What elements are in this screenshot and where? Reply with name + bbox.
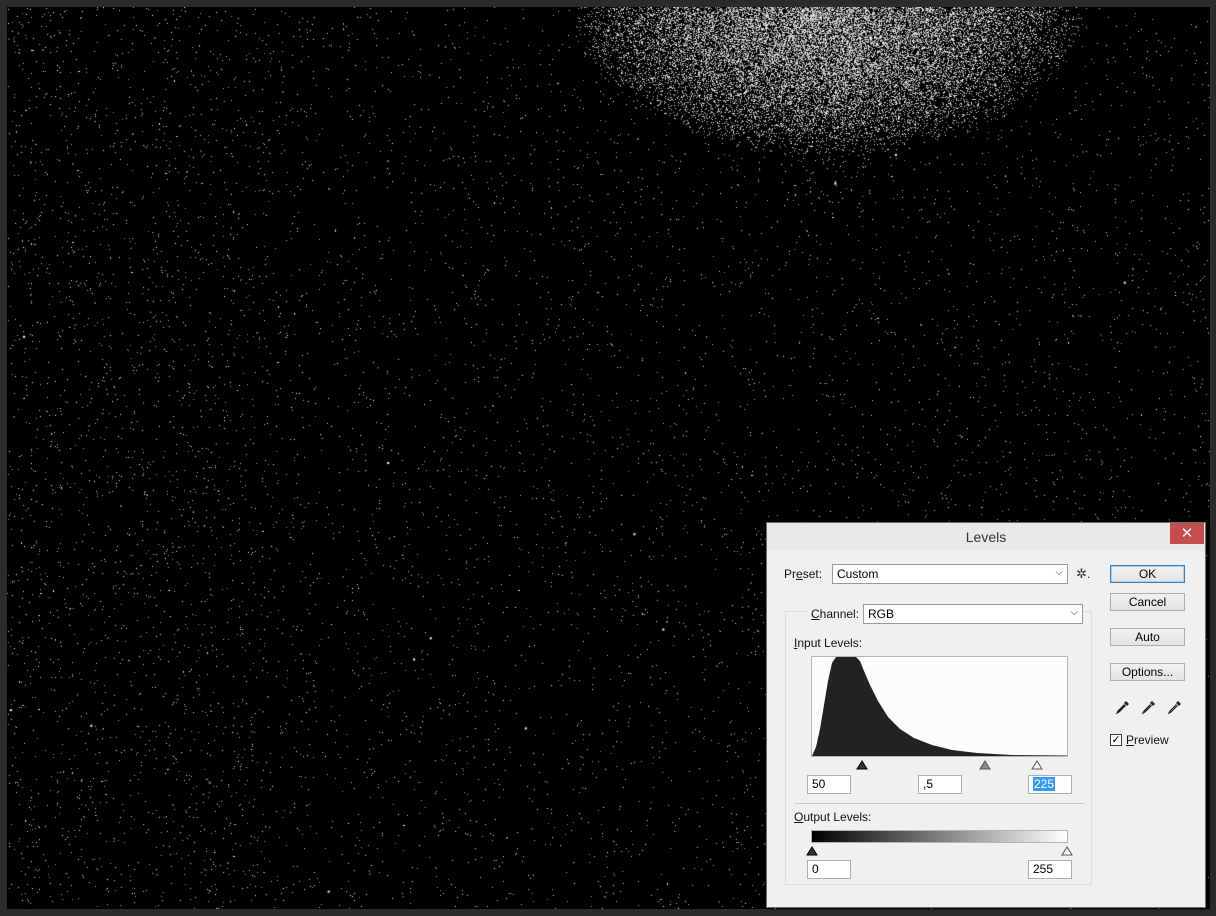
gray-eyedropper-icon[interactable] [1141,699,1157,715]
input-gamma-field[interactable]: ,5 [918,775,962,794]
output-white-slider[interactable] [1061,843,1073,856]
preview-checkbox[interactable]: ✓ [1110,734,1122,746]
histogram [811,656,1068,757]
output-gradient [811,830,1068,843]
dialog-title: Levels [965,529,1007,545]
divider [795,803,1084,804]
input-gray-slider[interactable] [979,757,991,770]
close-button[interactable]: ✕ [1170,523,1204,544]
cancel-button[interactable]: Cancel [1110,593,1185,611]
input-black-slider[interactable] [856,757,868,770]
gear-icon[interactable]: ✲. [1076,566,1091,582]
output-black-field[interactable]: 0 [807,860,851,879]
preview-label[interactable]: Preview [1126,733,1169,747]
histogram-graph [812,657,1067,756]
preset-value: Custom [837,567,879,581]
chevron-down-icon: ⌵ [1070,607,1078,618]
dialog-titlebar[interactable]: Levels ✕ [767,523,1205,551]
input-white-field[interactable]: 225 [1028,775,1072,794]
input-black-field[interactable]: 50 [807,775,851,794]
input-white-slider[interactable] [1031,757,1043,770]
levels-dialog: Levels ✕ Preset: Custom ⌵ ✲. Channel: RG… [766,522,1206,908]
options-button[interactable]: Options... [1110,663,1185,681]
preset-select[interactable]: Custom ⌵ [832,564,1068,584]
channel-label: Channel: [807,607,864,621]
output-black-slider[interactable] [806,843,818,856]
channel-value: RGB [868,607,895,621]
channel-select[interactable]: RGB ⌵ [863,604,1083,624]
auto-button[interactable]: Auto [1110,628,1185,646]
input-white-value: 225 [1033,777,1056,791]
output-levels-label: Output Levels: [794,810,872,824]
black-eyedropper-icon[interactable] [1115,699,1131,715]
preset-label: Preset: [784,567,823,581]
input-levels-label: Input Levels: [794,636,863,650]
white-eyedropper-icon[interactable] [1167,699,1183,715]
ok-button[interactable]: OK [1110,565,1185,583]
chevron-down-icon: ⌵ [1055,567,1063,578]
output-white-field[interactable]: 255 [1028,860,1072,879]
